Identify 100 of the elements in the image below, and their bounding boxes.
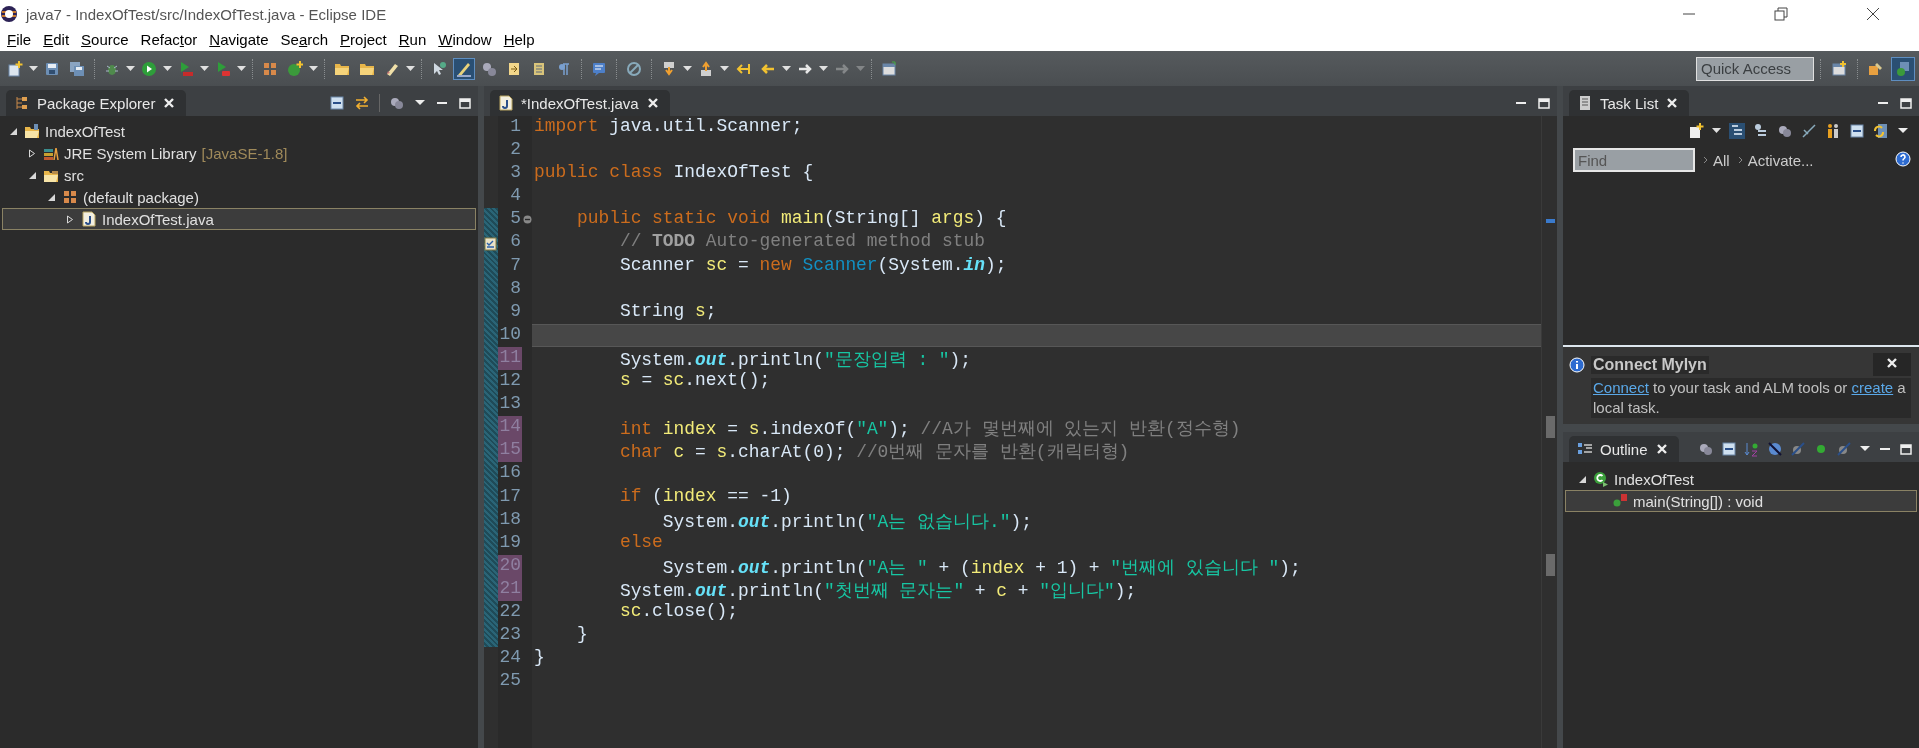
overview-task-marker[interactable]: [1546, 219, 1555, 223]
dropdown-caret-icon[interactable]: [406, 65, 415, 72]
java-file-icon: [81, 211, 97, 227]
sync-icon[interactable]: [1873, 123, 1889, 139]
line-number: 17: [498, 485, 522, 508]
view-menu-icon[interactable]: [1859, 444, 1871, 454]
view-tab[interactable]: Package Explorer: [6, 90, 187, 116]
link[interactable]: create: [1851, 379, 1894, 396]
view-menu-icon[interactable]: [1897, 126, 1909, 136]
filter-icon[interactable]: [1777, 123, 1793, 139]
dropdown-caret-icon[interactable]: [782, 65, 791, 72]
expanded-arrow-icon[interactable]: [8, 126, 18, 136]
menu-item[interactable]: Navigate: [203, 28, 275, 51]
link-editor-icon[interactable]: [354, 95, 370, 111]
filter-icon[interactable]: [389, 95, 405, 111]
close-icon[interactable]: [162, 96, 177, 110]
link[interactable]: Connect: [1593, 379, 1649, 396]
maximize-icon[interactable]: [1537, 96, 1551, 110]
menu-item[interactable]: Window: [432, 28, 498, 51]
tree-item[interactable]: main(String[]) : void: [1565, 490, 1917, 512]
hide-static-icon[interactable]: [1790, 441, 1806, 457]
menu-item[interactable]: File: [1, 28, 38, 51]
categorized-icon[interactable]: [1729, 123, 1745, 139]
highlighter-icon[interactable]: [453, 57, 475, 80]
maximize-icon[interactable]: [1899, 442, 1913, 456]
menu-item[interactable]: Help: [497, 28, 541, 51]
close-icon[interactable]: [1665, 96, 1680, 110]
tree-item[interactable]: src: [2, 164, 476, 186]
books-icon: [43, 145, 59, 161]
dropdown-caret-icon[interactable]: [720, 65, 729, 72]
scheduled-icon[interactable]: [1753, 123, 1769, 139]
close-icon[interactable]: [1654, 442, 1669, 456]
fold-toggle-icon[interactable]: [522, 215, 532, 225]
line-number: 15: [498, 439, 522, 463]
tree-item[interactable]: IndexOfTest.java: [2, 208, 476, 230]
dropdown-caret-icon[interactable]: [163, 65, 172, 72]
code-line: String s;: [618, 300, 718, 323]
hide-local-icon[interactable]: [1836, 441, 1852, 457]
filter-link[interactable]: Activate...: [1747, 151, 1814, 169]
code-line: char c = s.charAt(0); //0번째 문자를 반환(캐릭터형): [618, 441, 1131, 463]
java-perspective-icon[interactable]: [1891, 56, 1915, 81]
restore-window-icon[interactable]: [1774, 7, 1788, 21]
expanded-arrow-icon[interactable]: [1577, 474, 1587, 484]
dropdown-caret-icon[interactable]: [237, 65, 246, 72]
hide-fields-icon[interactable]: [1767, 441, 1783, 457]
close-icon[interactable]: [645, 96, 660, 110]
maximize-icon[interactable]: [1899, 96, 1913, 110]
line-number: 5: [509, 208, 522, 231]
find-field[interactable]: Find: [1573, 148, 1695, 172]
code-line: // TODO Auto-generated method stub: [618, 231, 986, 254]
people-icon[interactable]: [1825, 123, 1841, 139]
dropdown-caret-icon[interactable]: [200, 65, 209, 72]
dropdown-caret-icon[interactable]: [29, 65, 38, 72]
menu-item[interactable]: Source: [75, 28, 135, 51]
quick-access-field[interactable]: Quick Access: [1696, 56, 1814, 81]
code-line: public class IndexOfTest {: [533, 162, 815, 185]
maximize-icon[interactable]: [458, 96, 472, 110]
project-folder-icon: [24, 123, 40, 139]
line-number: 16: [498, 462, 522, 485]
view-tab[interactable]: Task List: [1569, 90, 1690, 116]
new-task-icon[interactable]: [1688, 123, 1704, 139]
editor-tab[interactable]: *IndexOfTest.java: [490, 90, 670, 116]
dropdown-caret-icon[interactable]: [309, 65, 318, 72]
close-window-icon[interactable]: [1866, 7, 1880, 21]
dropdown-caret-icon[interactable]: [683, 65, 692, 72]
dropdown-caret-icon[interactable]: [126, 65, 135, 72]
menu-item[interactable]: Refactor: [134, 28, 204, 51]
tree-item[interactable]: (default package): [2, 186, 476, 208]
overview-marker[interactable]: [1546, 554, 1555, 576]
menu-item[interactable]: Edit: [37, 28, 76, 51]
outline-icon: [1577, 441, 1593, 457]
help-icon[interactable]: [1895, 150, 1911, 167]
code-line: int index = s.indexOf("A"); //A가 몇번째에 있는지 반환(정수형): [618, 418, 1242, 440]
collapse-all-icon[interactable]: [329, 95, 345, 111]
overview-marker[interactable]: [1546, 416, 1555, 438]
expanded-arrow-icon[interactable]: [27, 170, 37, 180]
code-line: import java.util.Scanner;: [533, 116, 804, 138]
hide-completed-icon[interactable]: [1801, 123, 1817, 139]
menu-item[interactable]: Search: [274, 28, 335, 51]
collapsed-arrow-icon[interactable]: [27, 148, 37, 158]
notification-title: Connect Mylyn: [1591, 355, 1709, 374]
line-number: 4: [509, 185, 522, 208]
tree-item[interactable]: JRE System Library [JavaSE-1.8]: [2, 142, 476, 164]
dropdown-caret-icon[interactable]: [819, 65, 828, 72]
filter-icon[interactable]: [1698, 441, 1714, 457]
filter-link[interactable]: All: [1713, 151, 1730, 169]
tree-item[interactable]: IndexOfTest: [2, 120, 476, 142]
expanded-arrow-icon[interactable]: [46, 192, 56, 202]
code-line: s = sc.next();: [618, 370, 772, 393]
sort-icon[interactable]: [1744, 441, 1760, 457]
dropdown-caret-icon[interactable]: [1712, 128, 1721, 134]
menu-item[interactable]: Project: [334, 28, 393, 51]
tree-item[interactable]: IndexOfTest: [1565, 468, 1917, 490]
view-tab[interactable]: Outline: [1569, 436, 1679, 462]
close-icon[interactable]: [1885, 356, 1899, 370]
menu-item[interactable]: Run: [392, 28, 433, 51]
view-menu-icon[interactable]: [414, 98, 426, 108]
collapse-all-icon[interactable]: [1849, 123, 1865, 139]
collapse-all-icon[interactable]: [1721, 441, 1737, 457]
collapsed-arrow-icon[interactable]: [65, 214, 75, 224]
